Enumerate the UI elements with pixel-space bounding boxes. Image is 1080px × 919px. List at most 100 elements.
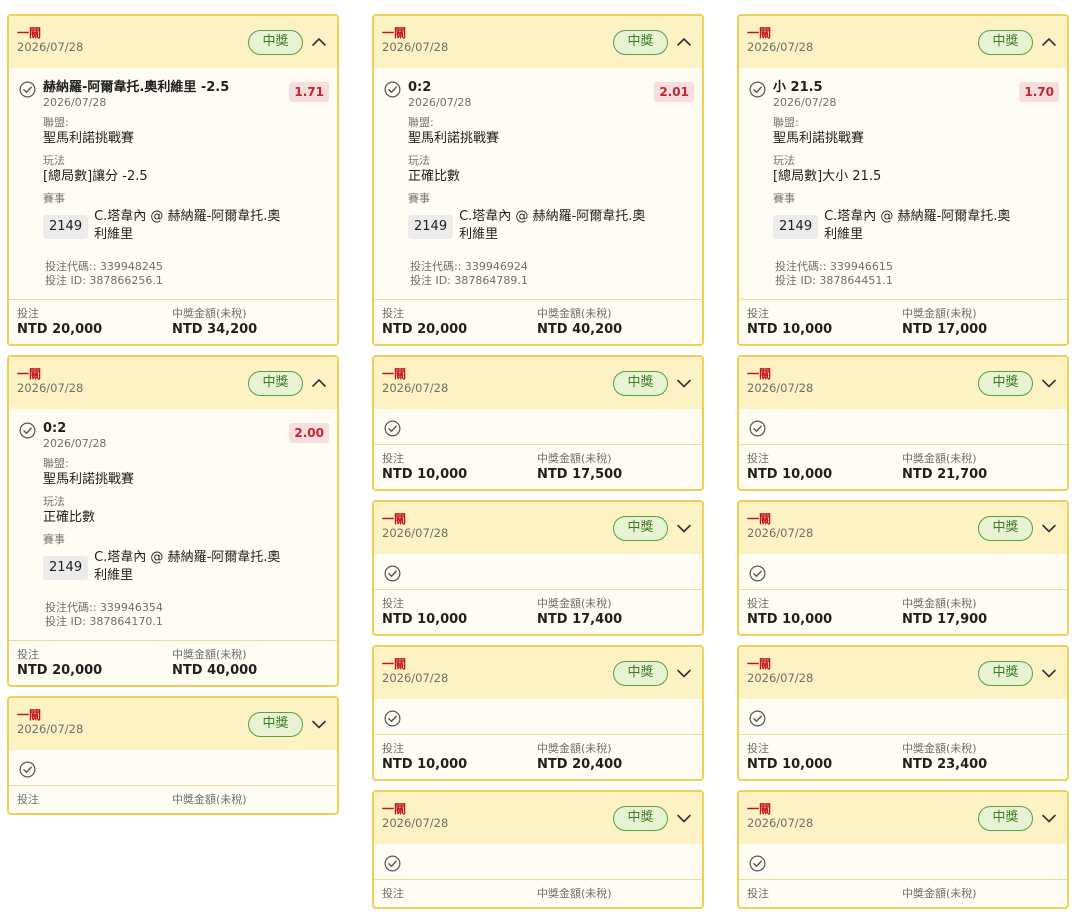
bet-card-header[interactable]: 一關 2026/07/28 中獎 [374, 792, 702, 844]
stake-amount: NTD 10,000 [382, 467, 468, 482]
check-circle-icon [749, 81, 766, 98]
status-badge: 中獎 [978, 806, 1033, 831]
bet-card: 一關 2026/07/28 中獎投注 中獎金額(未稅) [372, 790, 704, 909]
chevron-up-icon[interactable] [1040, 33, 1058, 51]
chevron-down-icon[interactable] [675, 809, 693, 827]
playtype-value: [總局數]讓分 -2.5 [43, 169, 148, 184]
selection-date: 2026/07/28 [773, 96, 837, 109]
bet-summary: 投注 NTD 20,000 中獎金額(未稅) NTD 40,200 [374, 299, 702, 344]
stake-amount: NTD 10,000 [747, 757, 833, 772]
status-badge: 中獎 [248, 30, 303, 55]
bet-summary: 投注 中獎金額(未稅) [374, 879, 702, 907]
check-circle-icon [749, 420, 766, 437]
payout-amount: NTD 23,400 [902, 757, 988, 772]
event-name: C.塔韋內 @ 赫納羅-阿爾韋托.奧利維里 [94, 209, 281, 242]
payout-amount: NTD 34,200 [172, 322, 258, 337]
event-name: C.塔韋內 @ 赫納羅-阿爾韋托.奧利維里 [459, 209, 646, 242]
check-circle-icon [19, 761, 36, 778]
payout-amount: NTD 17,500 [537, 467, 623, 482]
bet-details-collapsed [739, 699, 1067, 734]
event-row: 2149 C.塔韋內 @ 赫納羅-阿爾韋托.奧利維里 [773, 208, 1057, 244]
chevron-down-icon[interactable] [1040, 809, 1058, 827]
bet-card-header[interactable]: 一關 2026/07/28 中獎 [9, 357, 337, 409]
bet-details-collapsed [374, 844, 702, 879]
status-badge: 中獎 [978, 661, 1033, 686]
bet-details-collapsed [739, 844, 1067, 879]
bet-card: 一關 2026/07/28 中獎 0:2 2026/07/28 2.01 聯盟: 聖馬利諾挑戰… [372, 14, 704, 346]
status-badge: 中獎 [613, 806, 668, 831]
bet-card-header[interactable]: 一關 2026/07/28 中獎 [739, 357, 1067, 409]
bet-code: 投注代碼:: 339946354 [45, 601, 163, 614]
bet-details-collapsed [9, 750, 337, 785]
bet-card-header[interactable]: 一關 2026/07/28 中獎 [374, 16, 702, 68]
bet-card-header[interactable]: 一關 2026/07/28 中獎 [739, 16, 1067, 68]
bet-summary: 投注 NTD 20,000 中獎金額(未稅) NTD 34,200 [9, 299, 337, 344]
payout-amount: NTD 17,400 [537, 612, 623, 627]
bet-card: 一關 2026/07/28 中獎 投注 NTD 10,000 中獎金額(未稅) NTD 20… [372, 645, 704, 781]
event-row: 2149 C.塔韋內 @ 赫納羅-阿爾韋托.奧利維里 [43, 549, 327, 585]
stake-label: 投注 [747, 452, 769, 465]
payout-amount: NTD 20,400 [537, 757, 623, 772]
payout-label: 中獎金額(未稅) [537, 452, 612, 465]
odds-badge: 2.00 [289, 423, 329, 443]
bet-id: 投注 ID: 387864451.1 [775, 274, 893, 287]
bet-card: 一關 2026/07/28 中獎投注 NTD 10,000 中獎金額(未稅) NTD 17… [737, 500, 1069, 636]
chevron-down-icon[interactable] [310, 715, 328, 733]
chevron-down-icon[interactable] [675, 374, 693, 392]
bet-summary: 投注 NTD 10,000 中獎金額(未稅) NTD 17,900 [739, 589, 1067, 634]
payout-amount: NTD 40,200 [537, 322, 623, 337]
odds-badge: 2.01 [654, 82, 694, 102]
playtype-value: [總局數]大小 21.5 [773, 169, 882, 184]
bet-card-header[interactable]: 一關 2026/07/28 中獎 [9, 698, 337, 750]
bet-column-1: 一關 2026/07/28 中獎 赫納羅-阿爾韋托.奧利維里 -2.5 2026/07/… [7, 14, 339, 824]
bet-card-header[interactable]: 一關 2026/07/28 中獎 [374, 647, 702, 699]
payout-label: 中獎金額(未稅) [172, 793, 247, 806]
stake-label: 投注 [747, 887, 769, 900]
league-value: 聖馬利諾挑戰賽 [43, 131, 135, 146]
chevron-down-icon[interactable] [1040, 374, 1058, 392]
status-badge: 中獎 [613, 371, 668, 396]
bet-code: 投注代碼:: 339948245 [45, 260, 163, 273]
bet-details: 赫納羅-阿爾韋托.奧利維里 -2.5 2026/07/28 1.71 聯盟: 聖馬利諾挑… [9, 68, 337, 299]
status-badge: 中獎 [248, 371, 303, 396]
bet-codes: 投注代碼:: 339946354 投注 ID: 387864170.1 [45, 601, 327, 640]
chevron-down-icon[interactable] [1040, 664, 1058, 682]
league-label: 聯盟: [408, 116, 434, 129]
chevron-up-icon[interactable] [310, 33, 328, 51]
playtype-label: 玩法 [43, 154, 65, 167]
bet-card: 一關 2026/07/28 中獎小 21.5 2026/07/28 1.70 聯盟: 聖馬利… [737, 14, 1069, 346]
chevron-up-icon[interactable] [675, 33, 693, 51]
stake-amount: NTD 10,000 [747, 322, 833, 337]
bet-card: 一關 2026/07/28 中獎 投注 中獎金額(未稅) [7, 696, 339, 815]
event-id: 2149 [43, 215, 89, 239]
payout-label: 中獎金額(未稅) [172, 307, 247, 320]
event-name: C.塔韋內 @ 赫納羅-阿爾韋托.奧利維里 [94, 550, 281, 583]
league-label: 聯盟: [43, 116, 69, 129]
payout-label: 中獎金額(未稅) [902, 307, 977, 320]
bet-id: 投注 ID: 387864789.1 [410, 274, 528, 287]
bet-details-collapsed [374, 699, 702, 734]
status-badge: 中獎 [248, 712, 303, 737]
event-id: 2149 [773, 215, 819, 239]
bet-column-3: 一關 2026/07/28 中獎小 21.5 2026/07/28 1.70 聯盟: 聖馬利… [737, 14, 1069, 918]
bet-summary: 投注 NTD 10,000 中獎金額(未稅) NTD 17,400 [374, 589, 702, 634]
chevron-down-icon[interactable] [675, 664, 693, 682]
payout-label: 中獎金額(未稅) [537, 307, 612, 320]
chevron-up-icon[interactable] [310, 374, 328, 392]
chevron-down-icon[interactable] [1040, 519, 1058, 537]
stake-label: 投注 [747, 307, 769, 320]
payout-amount: NTD 40,000 [172, 663, 258, 678]
event-label: 賽事 [408, 192, 430, 205]
chevron-down-icon[interactable] [675, 519, 693, 537]
check-circle-icon [384, 710, 401, 727]
event-label: 賽事 [43, 192, 65, 205]
bet-card-header[interactable]: 一關 2026/07/28 中獎 [9, 16, 337, 68]
bet-card-header[interactable]: 一關 2026/07/28 中獎 [374, 357, 702, 409]
bet-card-header[interactable]: 一關 2026/07/28 中獎 [739, 792, 1067, 844]
bet-card-header[interactable]: 一關 2026/07/28 中獎 [374, 502, 702, 554]
event-row: 2149 C.塔韋內 @ 赫納羅-阿爾韋托.奧利維里 [408, 208, 692, 244]
stake-label: 投注 [382, 597, 404, 610]
bet-card-header[interactable]: 一關 2026/07/28 中獎 [739, 647, 1067, 699]
bet-card-header[interactable]: 一關 2026/07/28 中獎 [739, 502, 1067, 554]
bet-card: 一關 2026/07/28 中獎投注 NTD 10,000 中獎金額(未稅) NTD 17… [372, 500, 704, 636]
